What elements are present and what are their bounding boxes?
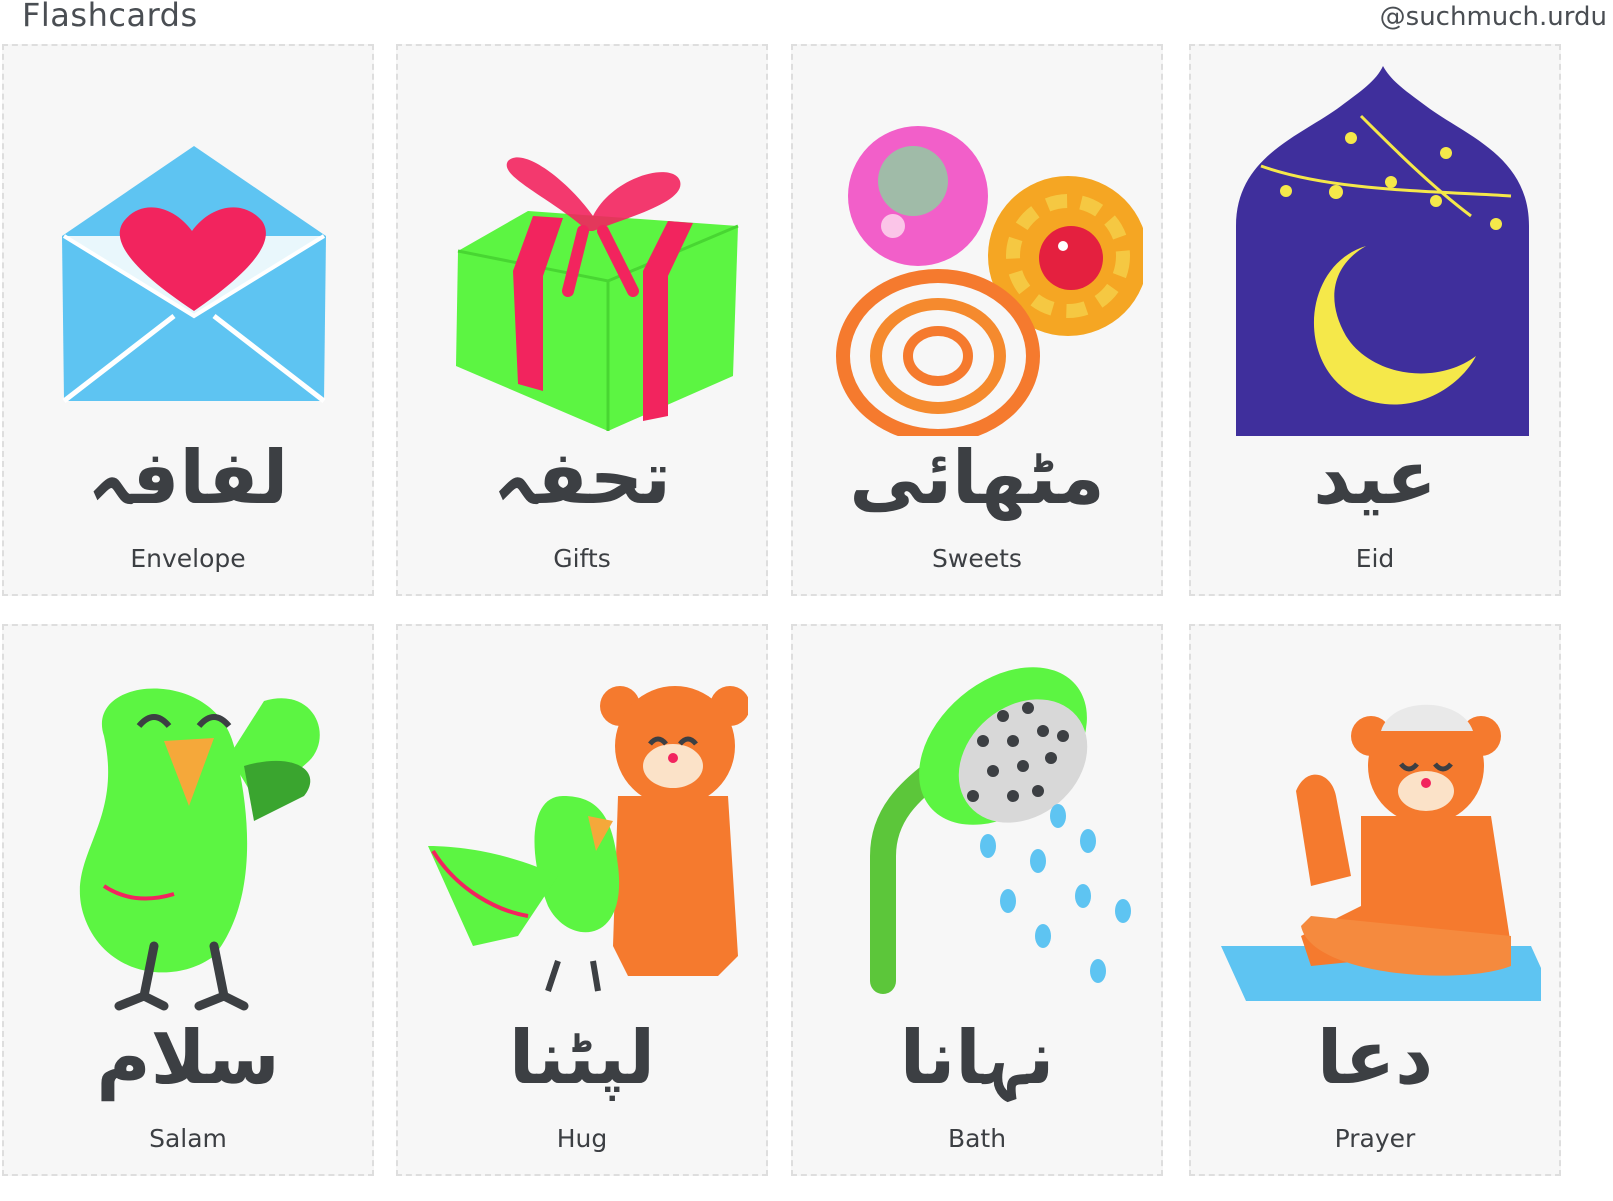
flashcard-envelope[interactable]: لفافہ Envelope (2, 44, 374, 596)
card-urdu-word: دعا (1316, 1015, 1434, 1101)
flashcard-eid[interactable]: عید Eid (1189, 44, 1561, 596)
card-english-word: Eid (1355, 544, 1395, 573)
sweets-icon (836, 126, 1143, 436)
card-urdu-word: مٹھائی (849, 435, 1105, 521)
card-urdu-word: لپٹنا (508, 1015, 656, 1101)
card-urdu-word: نہانا (899, 1015, 1055, 1101)
flashcard-hug[interactable]: لپٹنا Hug (396, 624, 768, 1176)
card-urdu-word: لفافہ (87, 435, 289, 521)
gift-box-icon (456, 157, 739, 431)
flashcard-prayer[interactable]: دعا Prayer (1189, 624, 1561, 1176)
crescent-moon-icon (1236, 66, 1529, 436)
flashcard-bath[interactable]: نہانا Bath (791, 624, 1163, 1176)
envelope-heart-icon (62, 146, 326, 403)
card-english-word: Gifts (553, 544, 611, 573)
card-urdu-word: عید (1313, 435, 1437, 521)
card-english-word: Hug (556, 1124, 608, 1153)
card-english-word: Bath (947, 1124, 1007, 1153)
praying-bear-icon (1221, 704, 1541, 1001)
card-urdu-word: تحفہ (493, 435, 671, 521)
card-english-word: Envelope (130, 544, 246, 573)
card-english-word: Salam (149, 1124, 227, 1153)
shower-head-icon (870, 667, 1131, 994)
parrot-waving-icon (79, 688, 320, 1011)
flashcard-salam[interactable]: سلام Salam (2, 624, 374, 1176)
page-title: Flashcards (22, 0, 198, 34)
flashcard-sweets[interactable]: مٹھائی Sweets (791, 44, 1163, 596)
card-urdu-word: سلام (96, 1015, 280, 1101)
card-english-word: Sweets (932, 544, 1022, 573)
card-english-word: Prayer (1334, 1124, 1416, 1153)
bear-parrot-hug-icon (428, 686, 748, 992)
flashcard-gifts[interactable]: تحفہ Gifts (396, 44, 768, 596)
author-handle: @suchmuch.urdu (1379, 2, 1607, 32)
